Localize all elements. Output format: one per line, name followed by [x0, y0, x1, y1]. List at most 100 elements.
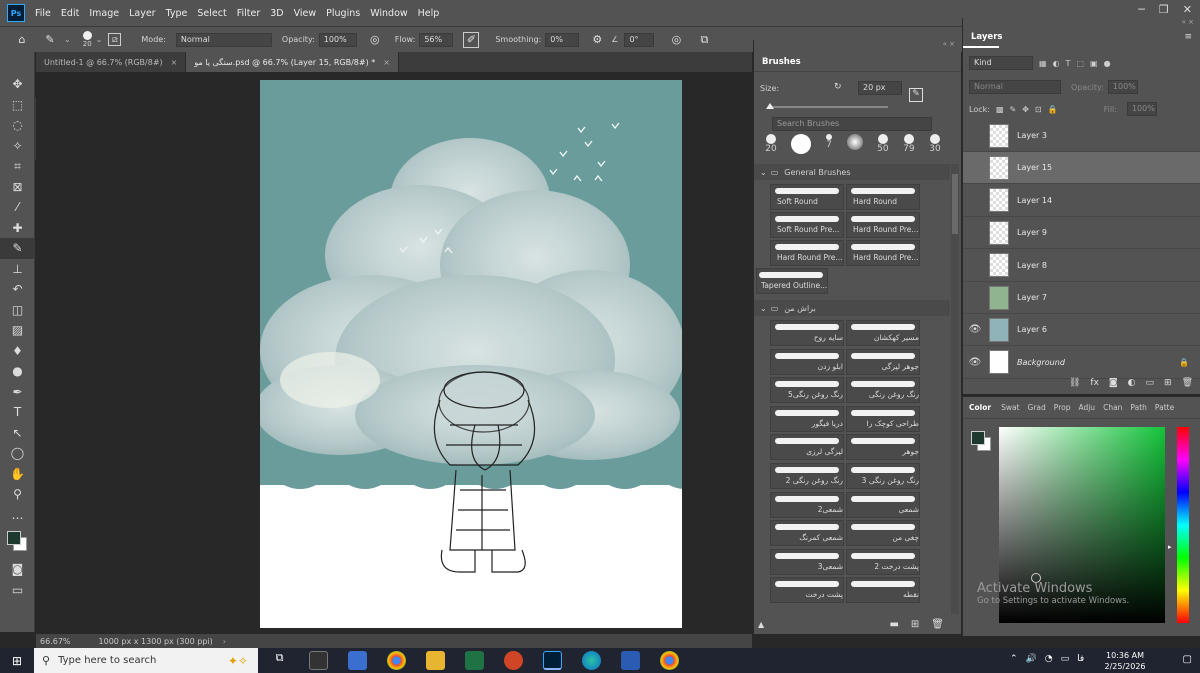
tab-properties[interactable]: Prop	[1050, 403, 1075, 412]
quick-mask-icon[interactable]: ◙	[0, 559, 35, 580]
brush-item[interactable]: نقطه	[846, 577, 920, 604]
reset-icon[interactable]: ↻	[834, 82, 842, 92]
brush-item[interactable]: شمعی	[846, 491, 920, 518]
tab-untitled-1[interactable]: Untitled-1 @ 66.7% (RGB/8#) ×	[36, 52, 187, 72]
layer-opacity-field[interactable]: 100%	[1107, 80, 1138, 94]
brush-tool-preset-icon[interactable]: ✎	[42, 32, 58, 48]
blur-tool-icon[interactable]: ♦	[0, 341, 35, 362]
recent-brush[interactable]	[791, 134, 812, 154]
brush-item[interactable]: Hard Round Pre...	[846, 240, 920, 266]
tab-adjustments[interactable]: Adju	[1074, 403, 1099, 412]
new-icon[interactable]: ⊞	[911, 619, 919, 630]
airbrush-icon[interactable]: ✐	[463, 31, 480, 48]
chrome-icon[interactable]	[660, 651, 679, 670]
lasso-tool-icon[interactable]: ◌	[0, 115, 35, 136]
brush-size-picker[interactable]: 20	[82, 31, 92, 48]
visibility-eye-icon[interactable]: 👁	[963, 357, 987, 368]
document-canvas[interactable]	[260, 80, 682, 628]
home-icon[interactable]: ⌂	[14, 32, 30, 48]
photoshop-taskbar-icon[interactable]	[543, 651, 562, 670]
group-icon[interactable]: ▭	[1146, 378, 1155, 394]
chevron-down-icon[interactable]: ⌄	[64, 35, 71, 44]
close-icon[interactable]: ✕	[1183, 3, 1192, 16]
crop-tool-icon[interactable]: ⌗	[0, 156, 35, 177]
menu-image[interactable]: Image	[84, 8, 124, 19]
recent-brush[interactable]	[846, 134, 863, 150]
brush-item[interactable]: دریا فیگور	[770, 405, 844, 432]
chevron-down-icon[interactable]: ⌄	[96, 35, 103, 44]
menu-3d[interactable]: 3D	[265, 8, 288, 19]
menu-type[interactable]: Type	[161, 8, 193, 19]
menu-help[interactable]: Help	[413, 8, 445, 19]
symmetry-icon[interactable]: ⧉	[696, 32, 712, 48]
smart-object-filter-icon[interactable]: ▣	[1090, 59, 1098, 68]
image-filter-icon[interactable]: ▦	[1039, 59, 1047, 68]
menu-filter[interactable]: Filter	[232, 8, 266, 19]
powerpoint-icon[interactable]	[504, 651, 523, 670]
folder-icon[interactable]: ▬	[889, 619, 898, 630]
file-explorer-icon[interactable]	[426, 651, 445, 670]
lock-position-icon[interactable]: ✥	[1022, 105, 1029, 114]
foreground-color-swatch[interactable]	[7, 531, 21, 545]
brush-item[interactable]: چغی من	[846, 520, 920, 547]
pressure-opacity-icon[interactable]: ◎	[367, 32, 383, 48]
brush-item[interactable]: جوهر لیزگی	[846, 348, 920, 375]
new-layer-icon[interactable]: ⊞	[1164, 378, 1172, 394]
volume-icon[interactable]: 🔊	[1026, 654, 1037, 664]
minimize-icon[interactable]: ─	[1138, 3, 1145, 16]
chevron-right-icon[interactable]: ›	[223, 637, 226, 646]
pressure-size-icon[interactable]: ◎	[668, 32, 684, 48]
brush-item[interactable]: شمعی کمرنگ	[770, 520, 844, 547]
adjustment-icon[interactable]: ◐	[1128, 378, 1136, 394]
layer-row[interactable]: Layer 7	[963, 282, 1200, 314]
recent-brush[interactable]: 50	[877, 134, 889, 154]
menu-plugins[interactable]: Plugins	[321, 8, 365, 19]
type-filter-icon[interactable]: T	[1066, 59, 1071, 68]
brushes-scrollbar[interactable]	[951, 164, 959, 614]
brush-item[interactable]: Tapered Outline...	[756, 268, 828, 294]
slider-handle-icon[interactable]	[766, 103, 774, 109]
marquee-tool-icon[interactable]: ⬚	[0, 95, 35, 116]
layer-row[interactable]: 👁 Background 🔒	[963, 347, 1200, 379]
folder-custom-brushes[interactable]: ⌄ ▭ براش من	[754, 300, 950, 316]
size-preview-icon[interactable]: ▲	[758, 620, 764, 629]
brush-item[interactable]: Hard Round	[846, 184, 920, 210]
chevron-up-icon[interactable]: ⌃	[1010, 654, 1018, 664]
tab-swatches[interactable]: Swat	[997, 403, 1023, 412]
brush-item[interactable]: شمعی2	[770, 491, 844, 518]
brush-item[interactable]: رنگ روغن رنگی 3	[846, 463, 920, 489]
layer-row[interactable]: Layer 14	[963, 185, 1200, 217]
brush-settings-icon[interactable]: ⧄	[108, 33, 122, 46]
menu-window[interactable]: Window	[365, 8, 412, 19]
lock-pixels-icon[interactable]: ▩	[996, 105, 1004, 114]
zoom-level[interactable]: 66.67%	[40, 637, 71, 646]
menu-view[interactable]: View	[289, 8, 322, 19]
hand-tool-icon[interactable]: ✋	[0, 464, 35, 485]
eraser-tool-icon[interactable]: ◫	[0, 300, 35, 321]
recent-brush[interactable]: 20	[765, 134, 777, 154]
lock-artboard-icon[interactable]: ⊡	[1035, 105, 1042, 114]
opacity-field[interactable]: 100%	[318, 32, 357, 47]
trash-icon[interactable]: 🗑	[931, 619, 944, 630]
brush-item[interactable]: طراحی کوچک را	[846, 405, 920, 432]
smoothing-field[interactable]: 0%	[545, 32, 580, 47]
lock-all-icon[interactable]: 🔒	[1048, 105, 1058, 114]
trash-icon[interactable]: 🗑	[1182, 378, 1193, 394]
excel-icon[interactable]	[465, 651, 484, 670]
tab-paths[interactable]: Path	[1126, 403, 1150, 412]
path-select-tool-icon[interactable]: ↖	[0, 423, 35, 444]
fx-icon[interactable]: fx	[1090, 378, 1099, 394]
brush-item[interactable]: رنگ روغن رنگی5	[770, 377, 844, 404]
folder-general-brushes[interactable]: ⌄ ▭ General Brushes	[754, 164, 950, 180]
brush-item[interactable]: رنگ روغن رنگی 2	[770, 463, 844, 489]
brush-item[interactable]: رنگ روغن رنگی	[846, 377, 920, 404]
menu-select[interactable]: Select	[192, 8, 231, 19]
clone-stamp-tool-icon[interactable]: ⊥	[0, 259, 35, 280]
recent-brush[interactable]: 7	[825, 134, 832, 150]
tab-patterns[interactable]: Patte	[1151, 403, 1178, 412]
quick-select-tool-icon[interactable]: ✧	[0, 136, 35, 157]
tab-gradients[interactable]: Grad	[1024, 403, 1050, 412]
angle-field[interactable]: 0°	[624, 32, 655, 47]
edge-icon[interactable]	[582, 651, 601, 670]
brush-item[interactable]: پشت درخت	[770, 577, 844, 604]
